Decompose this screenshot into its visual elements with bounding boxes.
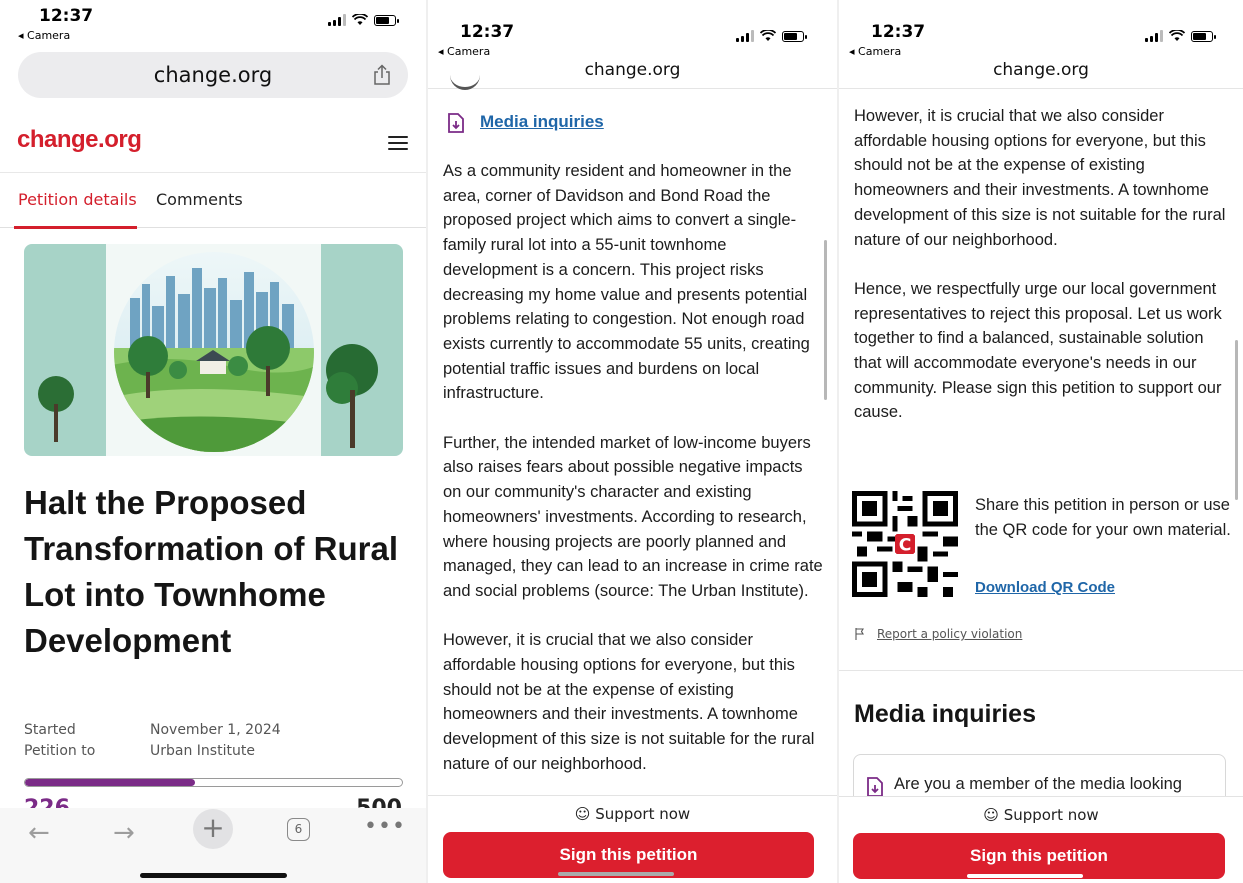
battery-icon [1191,30,1216,42]
document-download-icon [448,113,464,133]
share-icon[interactable] [372,64,392,86]
media-card-text: Are you a member of the media looking [894,775,1182,793]
paragraph-1: As a community resident and homeowner in… [443,162,810,403]
wifi-icon [760,30,776,41]
page-domain[interactable]: change.org [839,60,1243,80]
city-landscape-illustration [114,252,314,452]
signature-progress-bar [24,778,403,787]
petition-tabs: Petition details Comments [0,172,426,229]
home-indicator [967,874,1083,878]
signal-icon [736,30,754,42]
status-bar: 12:37 ◂ Camera [428,0,837,58]
system-icons [328,14,399,26]
started-date: November 1, 2024 [150,722,281,738]
signature-count: 226 [24,796,70,809]
back-to-camera-link[interactable]: ◂ Camera [849,45,901,58]
share-petition-text: Share this petition in person or use the… [975,496,1231,539]
wifi-icon [1169,30,1185,41]
system-icons [736,30,807,42]
screenshot-panel-petition-header: 12:37 ◂ Camera change.org change.org Pet… [0,0,426,883]
petition-description-continued: However, it is crucial that we also cons… [854,104,1234,450]
flag-icon [855,628,864,640]
address-bar[interactable]: change.org [18,52,408,98]
tab-comments[interactable]: Comments [156,190,243,209]
hamburger-menu-icon[interactable] [388,136,408,150]
signal-icon [328,14,346,26]
status-time: 12:37 [871,22,926,42]
back-arrow-icon[interactable]: ← [28,818,50,848]
status-bar: 12:37 ◂ Camera [839,0,1243,58]
sign-petition-button[interactable]: Sign this petition [853,833,1225,879]
document-download-icon [867,777,883,797]
wifi-icon [352,14,368,25]
new-tab-plus-icon[interactable]: + [193,809,233,849]
signature-goal: 500 [356,796,402,809]
petition-recipient: Urban Institute [150,743,255,759]
forward-arrow-icon[interactable]: → [113,818,135,848]
support-hand-icon: ☺ [574,805,591,823]
home-indicator [140,873,287,878]
tab-petition-details[interactable]: Petition details [18,190,137,209]
scrollbar[interactable] [1235,340,1238,500]
media-inquiries-link[interactable]: Media inquiries [480,112,604,132]
battery-icon [782,30,807,42]
petition-to-label: Petition to [24,743,96,759]
back-to-camera-link[interactable]: ◂ Camera [438,45,490,58]
screenshot-panel-petition-footer: 12:37 ◂ Camera change.org However, it is… [839,0,1243,883]
support-now-label: Support now [595,805,691,823]
support-hand-icon: ☺ [983,806,999,824]
change-org-logo[interactable]: change.org [17,126,142,154]
status-bar: 12:37 ◂ Camera [0,0,426,48]
download-qr-code-link[interactable]: Download QR Code [975,579,1115,596]
petition-title: Halt the Proposed Transformation of Rura… [24,484,399,659]
report-policy-violation-link[interactable]: Report a policy violation [877,627,1022,641]
browser-toolbar: ← → + 6 ••• [0,808,426,883]
system-icons [1145,30,1216,42]
paragraph-2: Further, the intended market of low-inco… [443,433,823,600]
support-now-label: Support now [1003,806,1099,824]
paragraph-3: However, it is crucial that we also cons… [443,631,815,773]
support-now-bar[interactable]: ☺ Support now [839,796,1243,834]
more-options-icon[interactable]: ••• [364,814,406,839]
paragraph-4: Hence, we respectfully urge our local go… [854,279,1222,422]
avatar [450,70,480,90]
back-to-camera-link[interactable]: ◂ Camera [18,29,70,42]
page-domain[interactable]: change.org [428,60,837,80]
support-now-bar[interactable]: ☺ Support now [428,795,837,833]
status-time: 12:37 [460,22,515,42]
paragraph-3: However, it is crucial that we also cons… [854,107,1226,249]
screenshot-panel-petition-body: 12:37 ◂ Camera change.org Media inquirie… [428,0,837,883]
active-tab-indicator [14,226,137,229]
scrollbar[interactable] [824,240,827,400]
signal-icon [1145,30,1163,42]
petition-description: As a community resident and homeowner in… [443,159,823,801]
address-bar-url: change.org [153,63,273,87]
petition-hero-image [24,244,403,456]
started-label: Started [24,722,76,738]
svg-text:C: C [899,536,912,556]
qr-code-image: C [852,491,958,597]
tab-switcher-button[interactable]: 6 [287,818,310,841]
media-inquiries-heading: Media inquiries [854,700,1036,728]
status-time: 12:37 [39,6,94,26]
home-indicator [558,872,674,876]
battery-icon [374,14,399,26]
signature-progress-fill [25,779,195,786]
